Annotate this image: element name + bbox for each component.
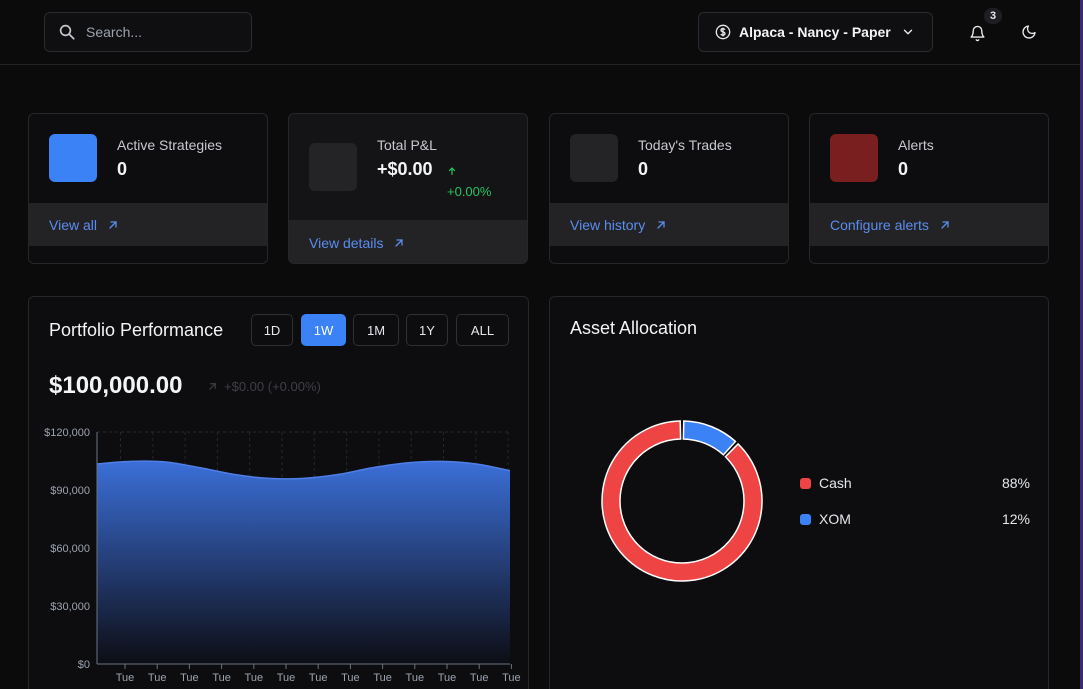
x-tick-label: Tue xyxy=(470,672,489,684)
x-tick-label: Tue xyxy=(502,672,521,684)
dollar-circle-icon xyxy=(715,24,731,40)
legend-item-cash: Cash 88% xyxy=(800,473,1030,493)
pnl-change: +0.00% xyxy=(447,162,491,202)
y-tick-label: $60,000 xyxy=(50,543,90,555)
card-value: 0 xyxy=(898,159,909,179)
y-tick-label: $90,000 xyxy=(50,485,90,497)
x-tick-label: Tue xyxy=(341,672,360,684)
search-icon xyxy=(59,24,75,40)
notifications-button[interactable] xyxy=(964,20,990,46)
x-tick-label: Tue xyxy=(180,672,199,684)
link-label: View history xyxy=(570,216,646,233)
range-1m-button[interactable]: 1M xyxy=(353,314,399,346)
arrow-up-right-icon xyxy=(209,383,216,390)
balance-change-value: +$0.00 (+0.00%) xyxy=(224,379,321,394)
chevron-down-icon xyxy=(903,29,912,35)
card-title: Today's Trades xyxy=(638,137,732,153)
card-value: +$0.00 xyxy=(377,159,433,179)
notification-count-badge: 3 xyxy=(984,8,1002,24)
range-all-button[interactable]: ALL xyxy=(456,314,509,346)
y-tick-label: $120,000 xyxy=(44,427,90,439)
arrow-up-right-icon xyxy=(941,220,949,229)
link-label: View details xyxy=(309,234,384,251)
alerts-card: Alerts 0 Configure alerts xyxy=(809,113,1049,264)
x-tick-label: Tue xyxy=(277,672,296,684)
legend-item-xom: XOM 12% xyxy=(800,509,1030,529)
x-tick-label: Tue xyxy=(245,672,264,684)
account-selector[interactable]: Alpaca - Nancy - Paper xyxy=(698,12,933,52)
view-details-link[interactable]: View details xyxy=(289,220,527,263)
card-value: 0 xyxy=(117,159,128,179)
todays-trades-card: Today's Trades 0 View history xyxy=(549,113,789,264)
asset-allocation-panel: Asset Allocation Cash 88% XOM 12% xyxy=(549,296,1049,689)
range-1d-button[interactable]: 1D xyxy=(251,314,293,346)
bell-icon xyxy=(969,25,985,41)
range-1w-button[interactable]: 1W xyxy=(301,314,346,346)
account-label: Alpaca - Nancy - Paper xyxy=(739,24,891,40)
performance-chart: $0 $30,000 $60,000 $90,000 $120,000 Tue Tue Tue… xyxy=(44,427,521,684)
pnl-tile xyxy=(309,143,357,191)
x-tick-label: Tue xyxy=(116,672,135,684)
y-tick-label: $30,000 xyxy=(50,601,90,613)
panel-title: Portfolio Performance xyxy=(49,320,224,340)
x-tick-label: Tue xyxy=(212,672,231,684)
active-strategies-card: Active Strategies 0 View all xyxy=(28,113,268,264)
moon-icon xyxy=(1022,25,1036,39)
x-tick-label: Tue xyxy=(148,672,167,684)
x-tick-label: Tue xyxy=(438,672,457,684)
arrow-up-icon xyxy=(448,167,456,175)
panel-title: Asset Allocation xyxy=(570,318,698,338)
allocation-donut-chart xyxy=(601,420,763,582)
top-bar: Alpaca - Nancy - Paper 3 xyxy=(0,0,1080,65)
total-pnl-card: Total P&L +$0.00 +0.00% View details xyxy=(288,113,528,264)
card-title: Total P&L xyxy=(377,137,437,153)
legend-label: Cash xyxy=(819,475,852,491)
arrow-up-right-icon xyxy=(109,220,117,229)
pnl-change-value: +0.00% xyxy=(447,184,492,199)
slice-cash xyxy=(601,420,763,582)
legend-label: XOM xyxy=(819,511,851,527)
theme-toggle-button[interactable] xyxy=(1017,20,1041,44)
area-fill xyxy=(97,461,510,664)
card-title: Active Strategies xyxy=(117,137,223,153)
view-history-link[interactable]: View history xyxy=(550,203,788,246)
x-tick-label: Tue xyxy=(406,672,425,684)
legend-pct: 12% xyxy=(1001,511,1030,527)
legend-pct: 88% xyxy=(1001,475,1030,491)
search-box[interactable] xyxy=(44,12,252,52)
alerts-tile xyxy=(830,134,878,182)
portfolio-performance-panel: Portfolio Performance 1D 1W 1M 1Y ALL $1… xyxy=(28,296,529,689)
cash-swatch xyxy=(800,477,811,489)
xom-swatch xyxy=(800,513,811,525)
link-label: Configure alerts xyxy=(830,216,929,233)
view-all-link[interactable]: View all xyxy=(29,203,267,246)
x-tick-label: Tue xyxy=(309,672,328,684)
slice-xom xyxy=(682,420,737,456)
card-value: 0 xyxy=(638,159,649,179)
y-tick-label: $0 xyxy=(78,659,90,671)
trades-tile xyxy=(570,134,618,182)
configure-alerts-link[interactable]: Configure alerts xyxy=(810,203,1048,246)
search-input[interactable] xyxy=(86,24,236,40)
link-label: View all xyxy=(49,216,97,233)
arrow-up-right-icon xyxy=(657,220,665,229)
card-title: Alerts xyxy=(898,137,934,153)
strategies-tile xyxy=(49,134,97,182)
range-1y-button[interactable]: 1Y xyxy=(406,314,448,346)
portfolio-balance: $100,000.00 xyxy=(49,372,183,399)
balance-change: +$0.00 (+0.00%) xyxy=(207,379,321,394)
arrow-up-right-icon xyxy=(395,238,404,247)
x-tick-label: Tue xyxy=(373,672,392,684)
